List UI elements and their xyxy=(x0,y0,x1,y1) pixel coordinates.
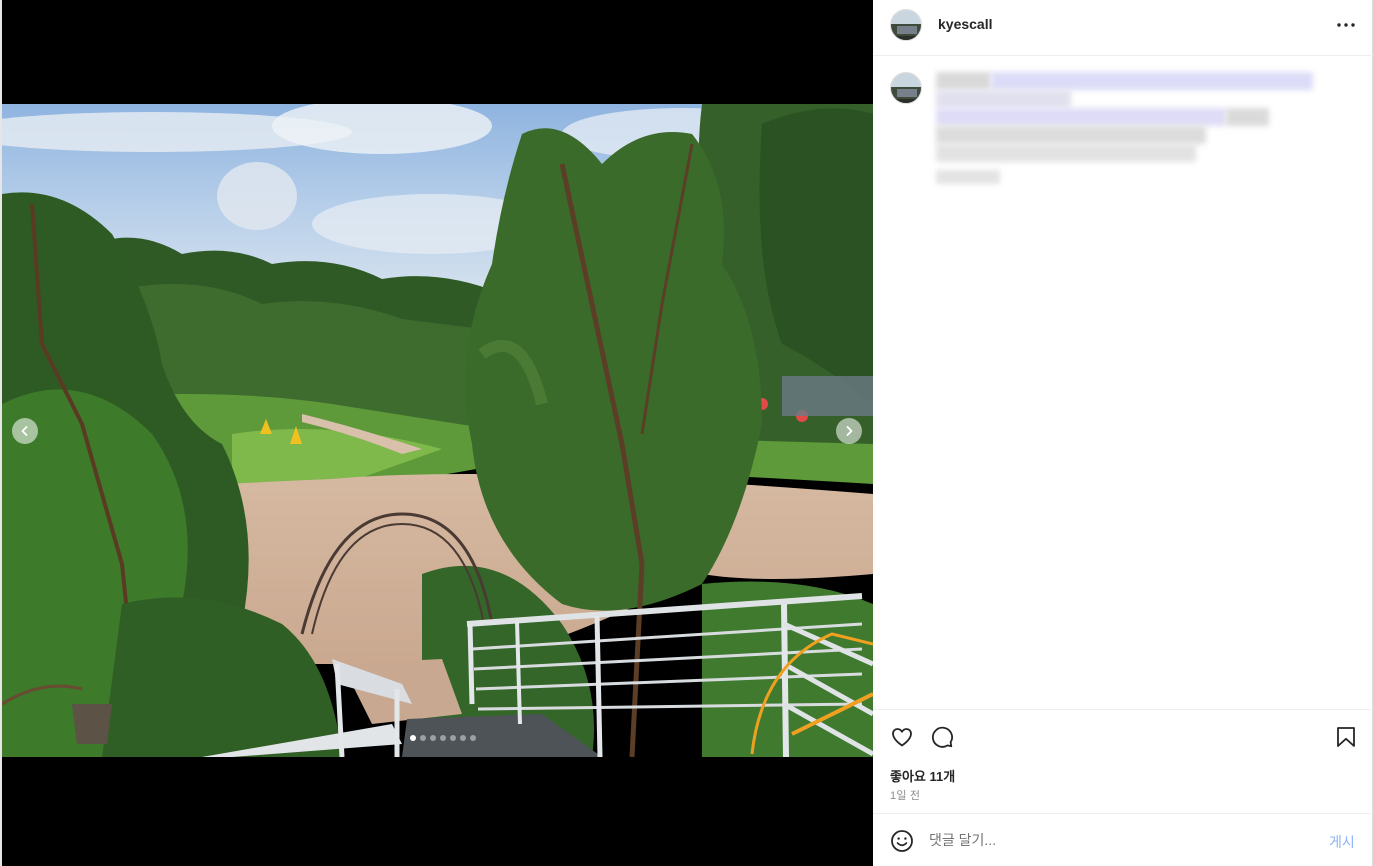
post-media-area xyxy=(0,0,873,866)
post-actions: 좋아요 11개 1일 전 xyxy=(873,709,1373,813)
comment-input[interactable] xyxy=(929,829,1309,851)
carousel-dot xyxy=(450,735,456,741)
carousel-prev-button[interactable] xyxy=(12,418,38,444)
post-photo xyxy=(2,104,873,757)
redacted-caption-line xyxy=(936,90,1071,108)
carousel-dot xyxy=(440,735,446,741)
carousel-dot xyxy=(410,735,416,741)
comment-bar: 게시 xyxy=(873,813,1373,866)
redacted-caption-line xyxy=(1226,108,1269,126)
post-header: kyescall xyxy=(873,0,1373,56)
comment-button[interactable] xyxy=(929,724,955,750)
bookmark-icon xyxy=(1337,727,1355,747)
caption-avatar[interactable] xyxy=(890,72,922,104)
post-comment-button[interactable]: 게시 xyxy=(1329,832,1355,852)
redacted-caption-line xyxy=(936,126,1206,144)
chevron-left-icon xyxy=(21,426,28,436)
redacted-caption-line xyxy=(936,108,1226,126)
redacted-caption-line xyxy=(991,72,1313,90)
more-options-button[interactable] xyxy=(1335,14,1357,36)
redacted-caption-line xyxy=(936,72,991,90)
post-timestamp[interactable]: 1일 전 xyxy=(890,787,920,803)
carousel-indicator xyxy=(410,735,476,741)
post-side-panel: kyescall 좋아요 11개 1일 전 댓글 달기... 게시 xyxy=(873,0,1373,866)
redacted-caption-line xyxy=(936,144,1196,162)
emoji-button[interactable] xyxy=(889,828,915,854)
emoji-icon xyxy=(891,830,913,852)
carousel-dot xyxy=(420,735,426,741)
carousel-dot xyxy=(470,735,476,741)
avatar[interactable] xyxy=(890,9,922,41)
carousel-dot xyxy=(430,735,436,741)
post-dialog: kyescall 좋아요 11개 1일 전 댓글 달기... 게시 xyxy=(0,0,1373,866)
more-horizontal-icon xyxy=(1337,23,1355,27)
likes-count[interactable]: 좋아요 11개 xyxy=(890,766,955,785)
chevron-right-icon xyxy=(846,426,853,436)
carousel-next-button[interactable] xyxy=(836,418,862,444)
like-button[interactable] xyxy=(889,724,915,750)
redacted-caption-meta xyxy=(936,170,1000,184)
username[interactable]: kyescall xyxy=(938,16,993,32)
heart-icon xyxy=(892,728,912,747)
bookmark-button[interactable] xyxy=(1333,724,1359,750)
comment-icon xyxy=(931,726,953,748)
carousel-dot xyxy=(460,735,466,741)
